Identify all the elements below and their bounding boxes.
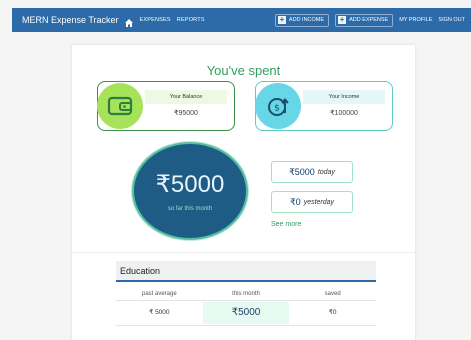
money-upload-icon: $	[268, 97, 289, 116]
today-amount: ₹5000	[289, 166, 315, 177]
spent-heading: You've spent	[206, 63, 281, 78]
nav-link-reports[interactable]: REPORTS	[177, 17, 205, 23]
balance-value: ₹95000	[174, 110, 198, 117]
balance-label: Your Balance	[145, 90, 227, 104]
yesterday-amount: ₹0	[289, 196, 301, 207]
category-values-row: ₹ 5000 ₹5000 ₹0	[116, 302, 376, 324]
add-income-button[interactable]: + ADD INCOME	[274, 13, 330, 27]
month-spending-label: so far this month	[167, 206, 213, 212]
income-label: Your Income	[303, 90, 385, 104]
column-saved: saved	[324, 291, 341, 297]
wallet-icon	[107, 96, 133, 116]
yesterday-label: yesterday	[303, 198, 335, 206]
column-past-average: past average	[141, 291, 177, 297]
balance-box: Your Balance ₹95000	[97, 81, 235, 131]
section-divider	[72, 252, 415, 253]
my-profile-link[interactable]: MY PROFILE	[399, 17, 432, 23]
column-this-month: this month	[232, 291, 260, 297]
sign-out-link[interactable]: SIGN OUT	[438, 17, 465, 23]
nav-link-expenses[interactable]: EXPENSES	[140, 17, 171, 23]
income-box: $ Your Income ₹100000	[255, 81, 393, 131]
spending-summary-card: You've spent Your Balance ₹95000 $ Your …	[72, 45, 415, 340]
home-icon[interactable]	[124, 15, 134, 27]
saved-value: ₹0	[328, 309, 337, 316]
balance-circle	[97, 83, 143, 129]
income-circle: $	[255, 83, 301, 129]
yesterday-spending-box: ₹0 yesterday	[271, 191, 353, 213]
plus-icon: +	[277, 15, 286, 24]
income-value: ₹100000	[330, 110, 358, 117]
category-columns-row: past average this month saved	[116, 287, 376, 301]
add-expense-label: ADD EXPENSE	[349, 17, 389, 23]
add-expense-button[interactable]: + ADD EXPENSE	[335, 13, 394, 27]
past-average-value: ₹ 5000	[149, 309, 170, 316]
today-spending-box: ₹5000 today	[271, 161, 353, 183]
today-label: today	[317, 168, 335, 176]
month-spending-amount: ₹5000	[155, 171, 225, 198]
month-spending-circle: ₹5000 so far this month	[132, 142, 248, 240]
app-title[interactable]: MERN Expense Tracker	[22, 15, 119, 25]
row-divider	[116, 325, 376, 326]
this-month-value: ₹5000	[202, 302, 290, 324]
svg-text:$: $	[274, 104, 280, 114]
see-more-link[interactable]: See more	[271, 221, 301, 228]
balance-content: Your Balance ₹95000	[145, 90, 227, 124]
add-income-label: ADD INCOME	[288, 17, 325, 23]
category-header: Education	[116, 261, 376, 282]
plus-icon: +	[338, 15, 347, 24]
income-content: Your Income ₹100000	[303, 90, 385, 124]
top-navbar: MERN Expense Tracker EXPENSES REPORTS + …	[12, 8, 471, 32]
